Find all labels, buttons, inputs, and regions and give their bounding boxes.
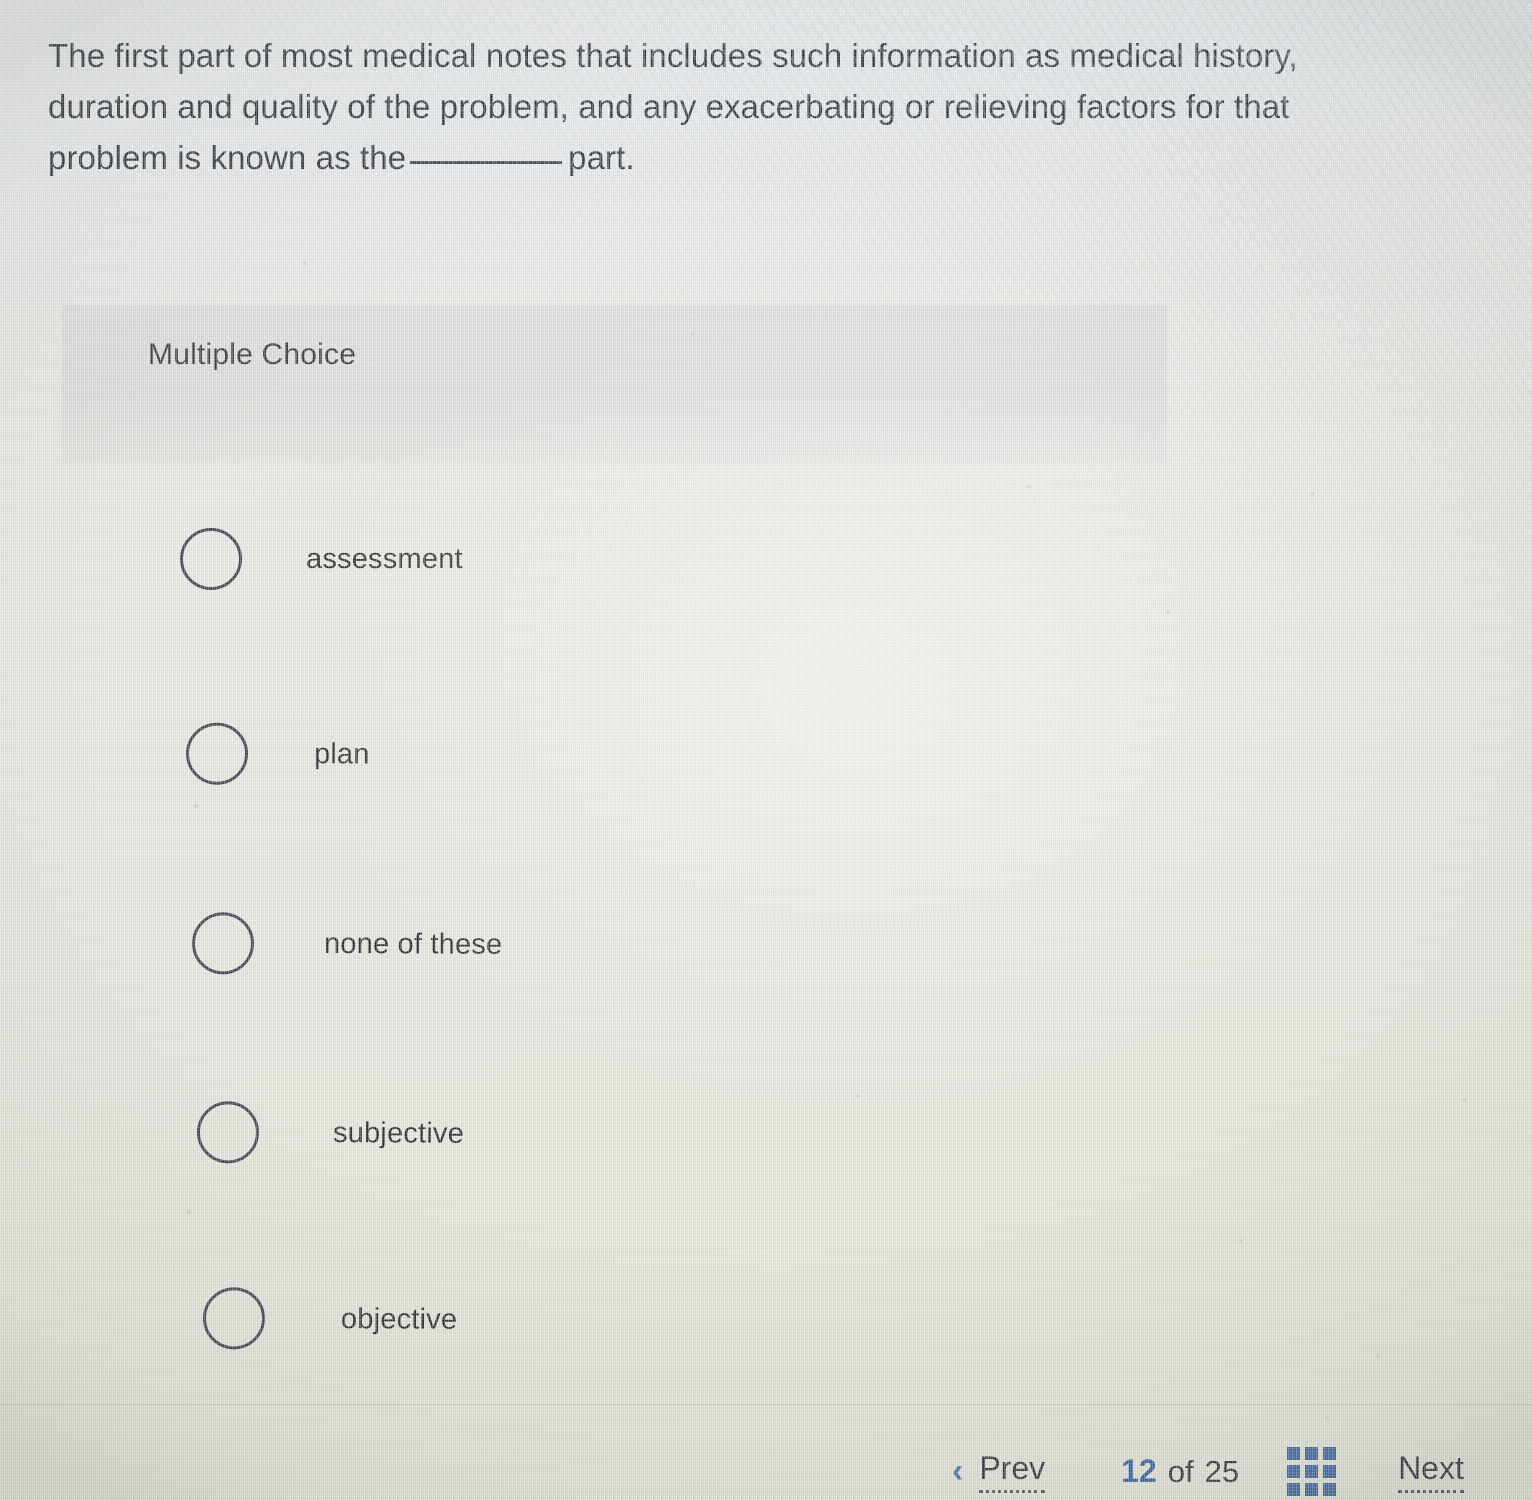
radio-button-icon[interactable] (202, 1287, 266, 1350)
option-label: subjective (332, 1116, 465, 1150)
answer-section-band (62, 305, 1167, 463)
option-label: none of these (323, 927, 503, 961)
quiz-screen-photo: The first part of most medical notes tha… (0, 0, 1532, 1500)
option-label: assessment (306, 542, 463, 575)
page-counter: 12 of 25 (1121, 1453, 1239, 1490)
radio-button-icon[interactable] (185, 722, 249, 785)
radio-button-icon[interactable] (180, 528, 242, 590)
answer-blank (410, 160, 563, 164)
chevron-left-icon: ‹ (952, 1452, 964, 1490)
page-counter-current: 12 (1121, 1452, 1157, 1489)
grid-cell (1305, 1482, 1319, 1496)
grid-view-icon[interactable] (1287, 1446, 1337, 1496)
grid-cell (1323, 1482, 1337, 1496)
grid-cell (1323, 1446, 1337, 1460)
grid-cell (1305, 1464, 1319, 1478)
quiz-navigation-bar: ‹ Prev 12 of 25 Next (952, 1442, 1464, 1500)
option-label: plan (313, 737, 370, 770)
option-label: objective (340, 1302, 458, 1336)
page-counter-total: 25 (1204, 1453, 1240, 1489)
grid-cell (1305, 1446, 1319, 1460)
question-text-before-blank: The first part of most medical notes tha… (48, 37, 1298, 176)
grid-cell (1287, 1464, 1301, 1478)
question-stem: The first part of most medical notes tha… (48, 30, 1418, 183)
option-assessment[interactable]: assessment (180, 528, 463, 590)
grid-cell (1287, 1446, 1301, 1460)
grid-cell (1323, 1464, 1337, 1478)
prev-button[interactable]: ‹ Prev (952, 1450, 1046, 1493)
radio-button-icon[interactable] (196, 1101, 260, 1164)
grid-cell (1287, 1482, 1301, 1496)
option-none-of-these[interactable]: none of these (191, 912, 503, 976)
option-objective[interactable]: objective (202, 1287, 458, 1351)
next-button[interactable]: Next (1398, 1450, 1464, 1493)
radio-button-icon[interactable] (191, 912, 255, 975)
option-subjective[interactable]: subjective (196, 1101, 465, 1165)
prev-button-label: Prev (979, 1450, 1046, 1493)
page-counter-of: of (1167, 1453, 1194, 1489)
quiz-content: The first part of most medical notes tha… (0, 0, 1532, 1500)
nav-divider (0, 1404, 1532, 1405)
answer-type-label: Multiple Choice (148, 338, 357, 371)
option-plan[interactable]: plan (185, 722, 370, 786)
question-text-after-blank: part. (568, 139, 635, 176)
